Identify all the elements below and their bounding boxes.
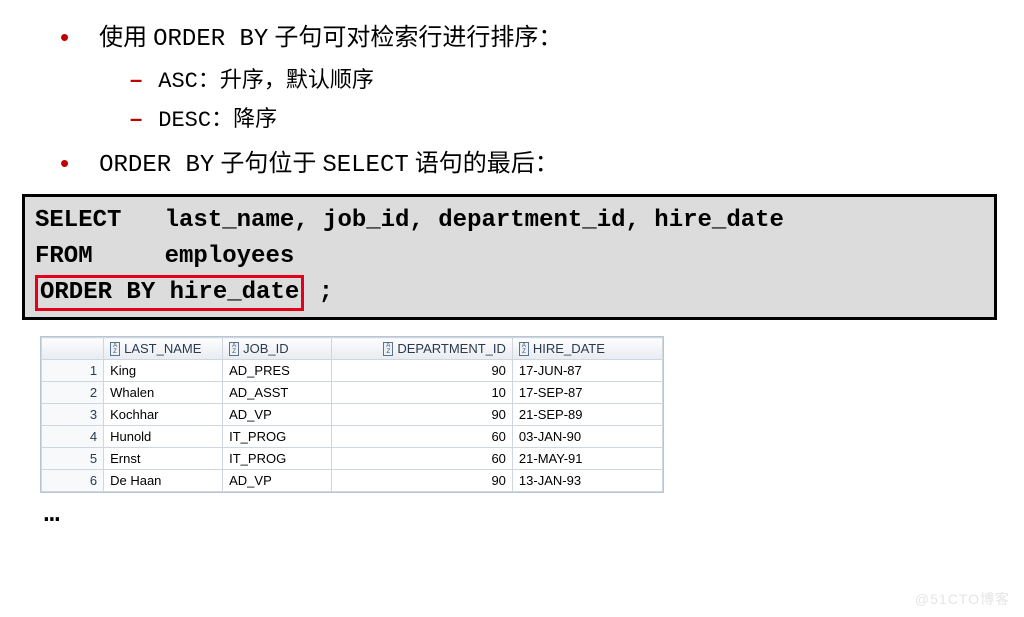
cell-hire: 21-SEP-89 (512, 404, 662, 426)
cell-hire: 21-MAY-91 (512, 448, 662, 470)
slide-content: • 使用 ORDER BY 子句可对检索行进行排序： – ASC：升序，默认顺序… (0, 0, 1024, 529)
cell-dept: 90 (331, 470, 512, 492)
result-grid: AZ LAST_NAME AZ JOB_ID AZ DEPARTMENT_ID AZ H… (40, 336, 664, 493)
sort-icon: AZ (383, 342, 393, 356)
cell-dept: 90 (331, 404, 512, 426)
bullet-2-post: 语句的最后： (409, 151, 559, 177)
bullet-1-code: ORDER BY (153, 26, 268, 53)
cell-hire: 17-SEP-87 (512, 382, 662, 404)
code-line-2: FROM employees (35, 239, 984, 275)
sort-icon: AZ (110, 342, 120, 356)
code-line-1: SELECT last_name, job_id, department_id,… (35, 203, 984, 239)
cell-dept: 90 (331, 360, 512, 382)
header-rownum (42, 338, 104, 360)
desc-text: ：降序 (211, 106, 277, 131)
bullet-2-mid: 子句位于 (214, 151, 322, 177)
cell-rownum: 5 (42, 448, 104, 470)
cell-dept: 10 (331, 382, 512, 404)
bullet-1: • 使用 ORDER BY 子句可对检索行进行排序： (60, 14, 1024, 61)
cell-rownum: 3 (42, 404, 104, 426)
cell-rownum: 4 (42, 426, 104, 448)
table-row: 1 King AD_PRES 90 17-JUN-87 (42, 360, 663, 382)
sort-icon: AZ (229, 342, 239, 356)
bullet-1a: – ASC：升序，默认顺序 (130, 61, 1024, 100)
sort-icon: AZ (519, 342, 529, 356)
sql-code-block: SELECT last_name, job_id, department_id,… (22, 194, 997, 320)
cell-jobid: IT_PROG (223, 426, 332, 448)
bullet-2: • ORDER BY 子句位于 SELECT 语句的最后： (60, 140, 1024, 187)
bullet-1b-text: DESC：降序 (158, 100, 277, 139)
cell-lastname: De Haan (104, 470, 223, 492)
bullet-dot-icon: • (60, 15, 69, 59)
header-dept-text: DEPARTMENT_ID (397, 341, 506, 356)
asc-code: ASC (158, 69, 198, 94)
bullet-1b: – DESC：降序 (130, 100, 1024, 139)
cell-lastname: Kochhar (104, 404, 223, 426)
cell-jobid: AD_PRES (223, 360, 332, 382)
bullet-dash-icon: – (130, 100, 142, 137)
bullet-2-code1: ORDER BY (99, 152, 214, 179)
result-table: AZ LAST_NAME AZ JOB_ID AZ DEPARTMENT_ID AZ H… (41, 337, 663, 492)
cell-hire: 03-JAN-90 (512, 426, 662, 448)
cell-rownum: 2 (42, 382, 104, 404)
header-hire-text: HIRE_DATE (533, 341, 605, 356)
order-by-highlight: ORDER BY hire_date (35, 275, 304, 311)
table-row: 5 Ernst IT_PROG 60 21-MAY-91 (42, 448, 663, 470)
bullet-1a-text: ASC：升序，默认顺序 (158, 61, 374, 100)
cell-hire: 17-JUN-87 (512, 360, 662, 382)
bullet-1-pre: 使用 (99, 25, 153, 51)
cell-lastname: Ernst (104, 448, 223, 470)
header-jobid-text: JOB_ID (243, 341, 289, 356)
code-line-3: ORDER BY hire_date ; (35, 275, 984, 311)
bullet-2-text: ORDER BY 子句位于 SELECT 语句的最后： (99, 144, 559, 187)
bullet-dash-icon: – (130, 61, 142, 98)
cell-rownum: 1 (42, 360, 104, 382)
header-jobid: AZ JOB_ID (223, 338, 332, 360)
header-lastname-text: LAST_NAME (124, 341, 201, 356)
bullet-dot-icon: • (60, 141, 69, 185)
table-row: 6 De Haan AD_VP 90 13-JAN-93 (42, 470, 663, 492)
header-lastname: AZ LAST_NAME (104, 338, 223, 360)
cell-jobid: IT_PROG (223, 448, 332, 470)
bullet-2-code2: SELECT (322, 152, 408, 179)
code-line-3-tail: ; (304, 279, 333, 306)
bullet-1-post: 子句可对检索行进行排序： (268, 25, 562, 51)
bullet-1-text: 使用 ORDER BY 子句可对检索行进行排序： (99, 18, 562, 61)
table-body: 1 King AD_PRES 90 17-JUN-87 2 Whalen AD_… (42, 360, 663, 492)
cell-lastname: Hunold (104, 426, 223, 448)
table-row: 4 Hunold IT_PROG 60 03-JAN-90 (42, 426, 663, 448)
table-header-row: AZ LAST_NAME AZ JOB_ID AZ DEPARTMENT_ID AZ H… (42, 338, 663, 360)
header-dept: AZ DEPARTMENT_ID (331, 338, 512, 360)
table-row: 3 Kochhar AD_VP 90 21-SEP-89 (42, 404, 663, 426)
header-hire: AZ HIRE_DATE (512, 338, 662, 360)
table-row: 2 Whalen AD_ASST 10 17-SEP-87 (42, 382, 663, 404)
asc-text: ：升序，默认顺序 (198, 67, 374, 92)
cell-hire: 13-JAN-93 (512, 470, 662, 492)
cell-lastname: Whalen (104, 382, 223, 404)
cell-lastname: King (104, 360, 223, 382)
cell-dept: 60 (331, 426, 512, 448)
cell-jobid: AD_VP (223, 404, 332, 426)
cell-jobid: AD_ASST (223, 382, 332, 404)
cell-jobid: AD_VP (223, 470, 332, 492)
ellipsis: … (44, 499, 1024, 529)
watermark: @51CTO博客 (915, 589, 1010, 609)
desc-code: DESC (158, 108, 211, 133)
cell-rownum: 6 (42, 470, 104, 492)
cell-dept: 60 (331, 448, 512, 470)
